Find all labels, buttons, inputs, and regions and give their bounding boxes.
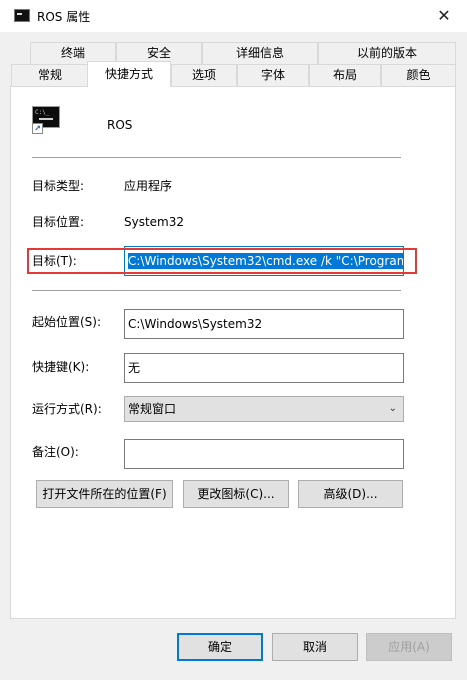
shortcut-name: ROS	[107, 118, 133, 132]
hotkey-label: 快捷键(K):	[32, 360, 90, 374]
target-location-label: 目标位置:	[32, 215, 85, 229]
close-button[interactable]: ✕	[421, 0, 467, 32]
cmd-shortcut-icon: ↗	[32, 106, 62, 136]
window-title: ROS 属性	[37, 10, 91, 24]
tab-font[interactable]: 字体	[237, 64, 309, 86]
divider	[32, 157, 401, 158]
start-in-label: 起始位置(S):	[32, 315, 102, 329]
tab-options[interactable]: 选项	[171, 64, 237, 86]
ok-button[interactable]: 确定	[177, 633, 263, 661]
target-type-value: 应用程序	[124, 179, 173, 193]
cancel-button[interactable]: 取消	[272, 633, 358, 661]
start-in-input[interactable]: C:\Windows\System32	[124, 309, 404, 339]
hotkey-input[interactable]: 无	[124, 353, 404, 383]
apply-button[interactable]: 应用(A)	[366, 633, 452, 661]
run-label: 运行方式(R):	[32, 402, 102, 416]
change-icon-button[interactable]: 更改图标(C)...	[183, 480, 289, 508]
target-location-value: System32	[124, 215, 185, 229]
advanced-button[interactable]: 高级(D)...	[298, 480, 403, 508]
tab-layout[interactable]: 布局	[309, 64, 381, 86]
chevron-down-icon: ⌄	[388, 403, 397, 414]
comment-label: 备注(O):	[32, 445, 79, 459]
tab-general[interactable]: 常规	[11, 64, 89, 86]
run-select[interactable]: 常规窗口 ⌄	[124, 396, 404, 422]
divider	[32, 290, 401, 291]
highlight-box	[27, 248, 417, 274]
open-file-location-button[interactable]: 打开文件所在的位置(F)	[36, 480, 173, 508]
run-select-value: 常规窗口	[128, 402, 177, 416]
target-type-label: 目标类型:	[32, 179, 85, 193]
comment-input[interactable]	[124, 439, 404, 469]
tab-colors[interactable]: 颜色	[381, 64, 456, 86]
tab-shortcut[interactable]: 快捷方式	[87, 61, 171, 87]
tab-previous-versions[interactable]: 以前的版本	[318, 42, 456, 64]
console-icon	[14, 9, 30, 22]
tab-details[interactable]: 详细信息	[202, 42, 318, 64]
title-bar: ROS 属性 ✕	[0, 0, 467, 32]
